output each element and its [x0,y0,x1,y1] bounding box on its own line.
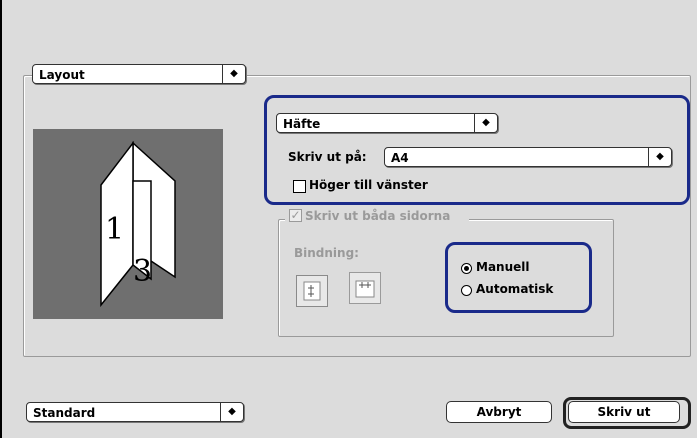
popup-arrows-icon: ◆ [648,148,671,166]
popup-arrows-icon: ◆ [220,403,243,421]
preset-value: Standard [33,406,96,420]
preview-page-front: 1 [105,212,124,247]
highlight-mode-options [445,242,592,313]
section-popup-value: Layout [39,68,85,82]
automatic-radio[interactable] [461,285,472,296]
layout-type-value: Häfte [283,117,321,131]
automatic-label: Automatisk [476,282,554,296]
popup-arrows-icon: ◆ [222,65,245,83]
print-dialog: Layout ◆ 1 3 Häfte ◆ Skriv ut på: A4 ◆ H… [2,0,697,438]
booklet-icon: 1 3 [100,140,176,308]
print-button[interactable]: Skriv ut [568,401,680,423]
manual-label: Manuell [476,260,530,274]
layout-type-popup[interactable]: Häfte ◆ [276,113,498,133]
manual-radio[interactable] [461,263,472,274]
popup-arrows-icon: ◆ [474,114,497,132]
layout-preview: 1 3 [33,129,223,319]
preview-page-back: 3 [133,254,152,289]
binding-label: Bindning: [294,246,359,260]
preset-popup[interactable]: Standard ◆ [26,402,244,422]
section-popup[interactable]: Layout ◆ [32,64,246,84]
paper-size-popup[interactable]: A4 ◆ [384,147,672,167]
right-to-left-label: Höger till vänster [309,178,428,192]
paper-size-value: A4 [391,151,409,165]
binding-top-icon[interactable] [349,272,381,304]
cancel-button[interactable]: Avbryt [446,401,552,423]
print-button-label: Skriv ut [597,405,651,419]
print-on-label: Skriv ut på: [288,150,367,164]
duplex-checkbox[interactable]: ✓ Skriv ut båda sidorna [285,208,469,226]
duplex-label: Skriv ut båda sidorna [305,209,451,223]
binding-left-icon[interactable] [296,275,328,307]
right-to-left-checkbox[interactable] [293,180,306,193]
checkmark-icon: ✓ [289,208,302,222]
cancel-button-label: Avbryt [476,405,522,419]
